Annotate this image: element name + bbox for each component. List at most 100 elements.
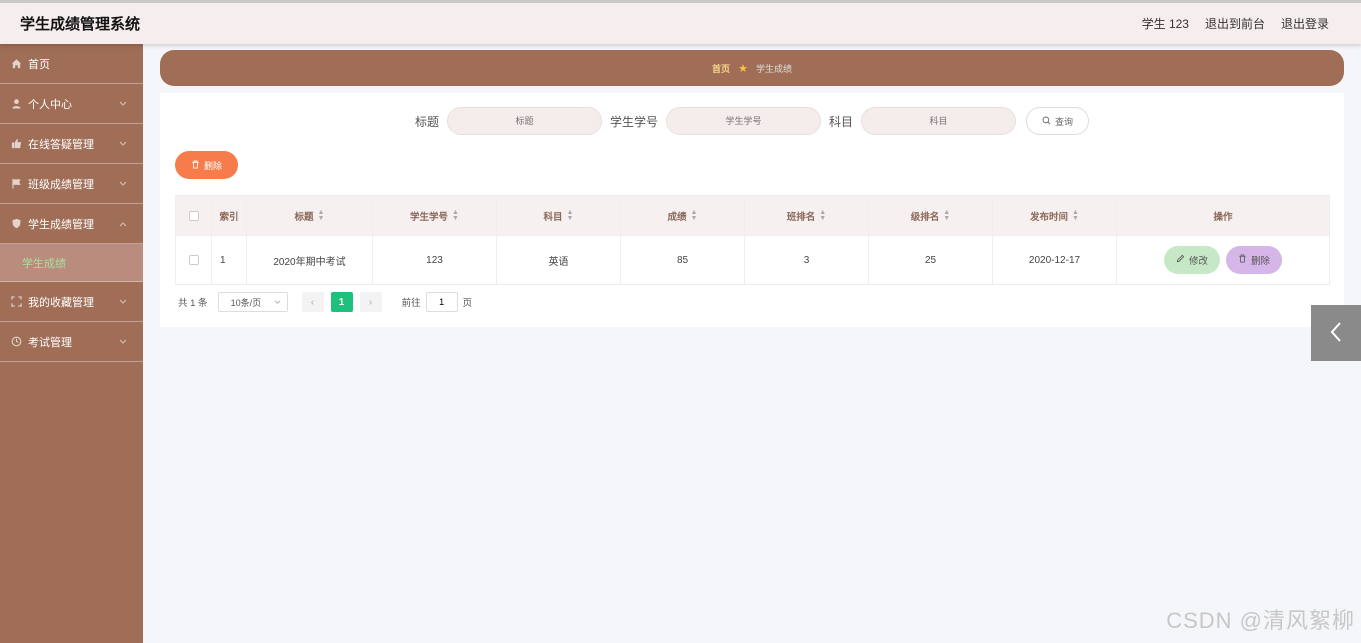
table-cell-index: 1 (212, 236, 247, 284)
table-cell-class-rank: 3 (745, 236, 869, 284)
chevron-down-icon (119, 98, 127, 110)
shield-icon (10, 218, 22, 230)
search-bar: 标题 学生学号 科目 查询 (160, 107, 1344, 135)
title-label: 标题 (414, 114, 439, 129)
to-front-link[interactable]: 退出到前台 (1205, 15, 1265, 32)
column-header[interactable]: 标题 ▲ ▼ (247, 196, 373, 235)
search-icon (1042, 116, 1051, 127)
current-user: 学生 123 (1141, 17, 1189, 31)
delete-button-label: 删除 (1251, 256, 1271, 267)
sidebar-item-class-scores[interactable]: 班级成绩管理 (0, 164, 143, 204)
column-header[interactable]: 成绩 ▲ ▼ (621, 196, 745, 235)
page-number-button[interactable]: 1 (330, 292, 353, 312)
sidebar-item-online-qa[interactable]: 在线答疑管理 (0, 124, 143, 164)
sort-icon[interactable]: ▲ ▼ (1072, 209, 1079, 222)
table-cell-actions: 修改 删除 (1117, 236, 1329, 284)
table-cell-student-no: 123 (373, 236, 497, 284)
chevron-down-icon (119, 138, 127, 150)
sidebar-item-home[interactable]: 首页 (0, 44, 143, 84)
sort-icon[interactable]: ▲ ▼ (691, 209, 698, 222)
breadcrumb-home[interactable]: 首页 (712, 62, 730, 75)
watermark: CSDN @清风絮柳 (1166, 608, 1355, 633)
select-all-checkbox[interactable] (188, 210, 199, 221)
chevron-down-icon (119, 178, 127, 190)
sort-icon[interactable]: ▲ ▼ (567, 209, 574, 222)
column-header[interactable]: 级排名 ▲ ▼ (869, 196, 993, 235)
sidebar-item-label: 首页 (28, 58, 50, 71)
goto-page-input[interactable] (425, 292, 458, 312)
collapse-panel-button[interactable] (1311, 305, 1361, 361)
sidebar-item-label: 我的收藏管理 (28, 296, 94, 309)
sort-icon[interactable]: ▲ ▼ (819, 209, 826, 222)
sidebar-item-label: 个人中心 (28, 98, 72, 111)
student-no-search-input[interactable] (666, 107, 821, 135)
table-cell-score: 85 (621, 236, 745, 284)
star-icon: ★ (738, 62, 748, 75)
edit-button[interactable]: 修改 (1163, 246, 1220, 274)
column-header: 索引 (212, 196, 247, 235)
logout-link[interactable]: 退出登录 (1281, 15, 1329, 32)
clock-icon (10, 336, 22, 348)
sidebar-item-favorites[interactable]: 我的收藏管理 (0, 282, 143, 322)
chevron-left-icon (1329, 321, 1343, 346)
user-icon (10, 98, 22, 110)
sidebar-item-label: 在线答疑管理 (28, 138, 94, 151)
column-header[interactable]: 学生学号 ▲ ▼ (373, 196, 497, 235)
title-search-input[interactable] (446, 107, 602, 135)
pencil-icon (1176, 254, 1185, 266)
table-cell-title: 2020年期中考试 (247, 236, 373, 284)
bracket-icon (10, 296, 22, 308)
trash-icon (191, 159, 200, 171)
table-cell-subject: 英语 (497, 236, 621, 284)
subject-search-input[interactable] (861, 107, 1017, 135)
top-header: 学生成绩管理系统 学生 123 退出到前台 退出登录 (0, 0, 1361, 44)
column-header: 操作 (1213, 211, 1233, 223)
next-page-button[interactable]: › (359, 292, 382, 312)
prev-page-button[interactable]: ‹ (301, 292, 324, 312)
sort-icon[interactable]: ▲ ▼ (943, 209, 950, 222)
batch-delete-label: 删除 (203, 160, 222, 171)
query-button[interactable]: 查询 (1026, 107, 1090, 135)
thumbs-icon (10, 138, 22, 150)
page-suffix: 页 (462, 298, 473, 309)
column-header[interactable]: 科目 ▲ ▼ (497, 196, 621, 235)
row-select-cell (176, 236, 212, 284)
subject-label: 科目 (829, 114, 854, 129)
table-header: 索引 标题 ▲ ▼ 学生学号 ▲ ▼ 科目 ▲ ▼ 成绩 ▲ ▼ 班排名 ▲ ▼ 级排名 ▲ ▼ 发布时… (176, 196, 1329, 235)
batch-delete-button[interactable]: 删除 (175, 151, 238, 179)
query-button-label: 查询 (1055, 116, 1074, 127)
page-size-select[interactable]: 10条/页 (217, 292, 288, 312)
sort-icon[interactable]: ▲ ▼ (318, 209, 325, 222)
select-all-cell (176, 196, 212, 235)
breadcrumb-current: 学生成绩 (755, 63, 792, 74)
content-card: 标题 学生学号 科目 查询 删除 索引 标题▲▼ 学生学号▲▼ 科目▲▼ 成绩▲… (160, 93, 1344, 327)
column-header[interactable]: 发布时间 ▲ ▼ (993, 196, 1117, 235)
column-header[interactable]: 班排名 ▲ ▼ (745, 196, 869, 235)
scores-table: 索引 标题 ▲ ▼ 学生学号 ▲ ▼ 科目 ▲ ▼ 成绩 ▲ ▼ 班排名 ▲ ▼ 级排名 ▲ ▼ 发布时… (175, 195, 1330, 285)
chevron-up-icon (119, 218, 127, 230)
sidebar-item-student-scores[interactable]: 学生成绩管理 (0, 204, 143, 244)
table-cell-publish-time: 2020-12-17 (993, 236, 1117, 284)
home-icon (10, 58, 22, 70)
table-cell-grade-rank: 25 (869, 236, 993, 284)
chevron-down-icon (274, 297, 281, 307)
delete-button[interactable]: 删除 (1226, 246, 1283, 274)
chevron-down-icon (119, 336, 127, 348)
table-row: 1 2020年期中考试 123 英语 85 3 25 2020-12-17 修改… (176, 235, 1329, 284)
pagination-total: 共 1 条 (178, 298, 208, 309)
sidebar-item-label: 学生成绩管理 (28, 218, 94, 231)
sidebar: 首页 个人中心 在线答疑管理 班级成绩管理 学生成绩管理 学生成绩 我的收藏管理… (0, 44, 143, 643)
sidebar-item-exams[interactable]: 考试管理 (0, 322, 143, 362)
chevron-down-icon (119, 296, 127, 308)
row-checkbox[interactable] (188, 255, 199, 265)
sidebar-item-personal-center[interactable]: 个人中心 (0, 84, 143, 124)
flag-icon (10, 178, 22, 190)
sort-icon[interactable]: ▲ ▼ (452, 209, 459, 222)
pagination: 共 1 条 10条/页 ‹ 1 › 前往 页 (178, 292, 472, 312)
header-actions: 学生 123 退出到前台 退出登录 (1142, 15, 1341, 32)
student-no-label: 学生学号 (609, 114, 658, 129)
trash-icon (1238, 254, 1247, 266)
sidebar-item-label: 班级成绩管理 (28, 178, 94, 191)
edit-button-label: 修改 (1188, 256, 1208, 267)
sidebar-subitem-student-score[interactable]: 学生成绩 (0, 244, 143, 282)
